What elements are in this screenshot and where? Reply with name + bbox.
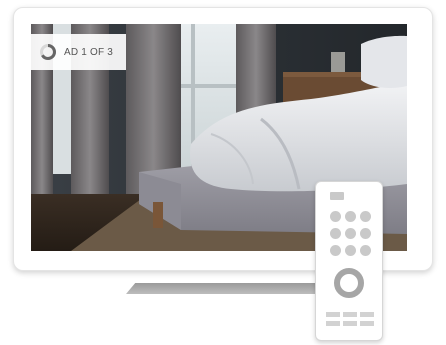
remote-key-bar <box>326 312 340 317</box>
remote-key-bar <box>343 312 357 317</box>
remote-key <box>345 245 356 256</box>
ad-counter-label: AD 1 OF 3 <box>64 46 114 58</box>
remote-key-bar <box>343 321 357 326</box>
remote-power-button <box>330 192 344 200</box>
remote-key <box>360 245 371 256</box>
remote-key <box>345 228 356 239</box>
tv-stand-shadow <box>126 283 336 294</box>
remote-key <box>360 211 371 222</box>
tv-ad-illustration: AD 1 OF 3 <box>0 0 446 345</box>
remote-key-bar <box>326 321 340 326</box>
remote-key-bar <box>360 312 374 317</box>
remote-key <box>330 211 341 222</box>
tv-remote-icon <box>315 181 383 341</box>
ring-progress-icon <box>40 44 56 61</box>
remote-key <box>345 211 356 222</box>
remote-key <box>330 228 341 239</box>
remote-key <box>330 245 341 256</box>
ad-counter-badge: AD 1 OF 3 <box>31 34 126 70</box>
remote-key <box>360 228 371 239</box>
remote-dpad-ring <box>334 268 364 298</box>
remote-key-bar <box>360 321 374 326</box>
